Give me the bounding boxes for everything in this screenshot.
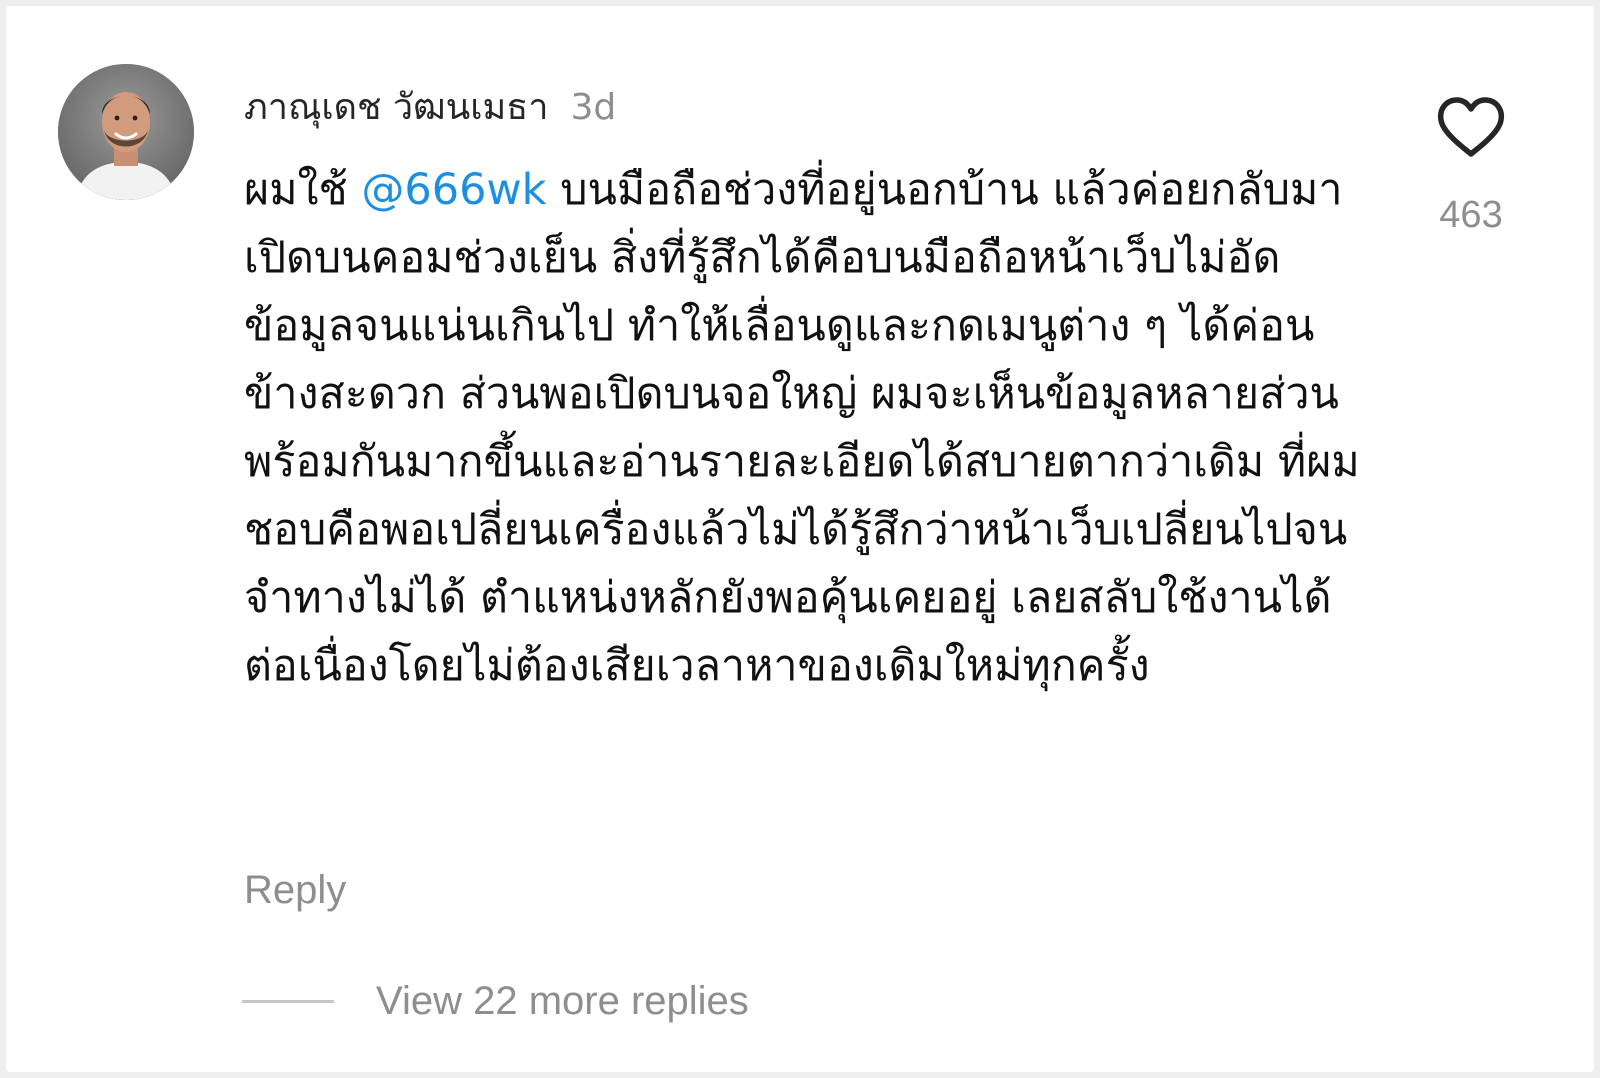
avatar-image xyxy=(58,64,194,200)
heart-outline-icon xyxy=(1437,97,1505,157)
like-count: 463 xyxy=(1439,194,1503,236)
comment-author[interactable]: ภาณุเดช วัฒนเมธา xyxy=(244,78,548,135)
comment-timestamp: 3d xyxy=(570,87,617,128)
mention-link[interactable]: @666wk xyxy=(361,165,546,215)
view-replies-label: View 22 more replies xyxy=(376,978,749,1023)
comment-text-body: บนมือถือช่วงที่อยู่นอกบ้าน แล้วค่อยกลับม… xyxy=(244,165,1360,691)
comment-text-start: ผมใช้ xyxy=(244,165,362,215)
view-replies-button[interactable]: View 22 more replies xyxy=(242,972,749,1030)
avatar[interactable] xyxy=(58,64,194,200)
comment-header: ภาณุเดช วัฒนเมธา 3d xyxy=(244,78,616,128)
comment-text: ผมใช้ @666wk บนมือถือช่วงที่อยู่นอกบ้าน … xyxy=(244,156,1374,700)
like-button[interactable] xyxy=(1436,96,1506,160)
replies-divider-line xyxy=(242,999,334,1003)
comment-card: ภาณุเดช วัฒนเมธา 3d ผมใช้ @666wk บนมือถื… xyxy=(6,6,1594,1072)
reply-button[interactable]: Reply xyxy=(244,868,346,913)
